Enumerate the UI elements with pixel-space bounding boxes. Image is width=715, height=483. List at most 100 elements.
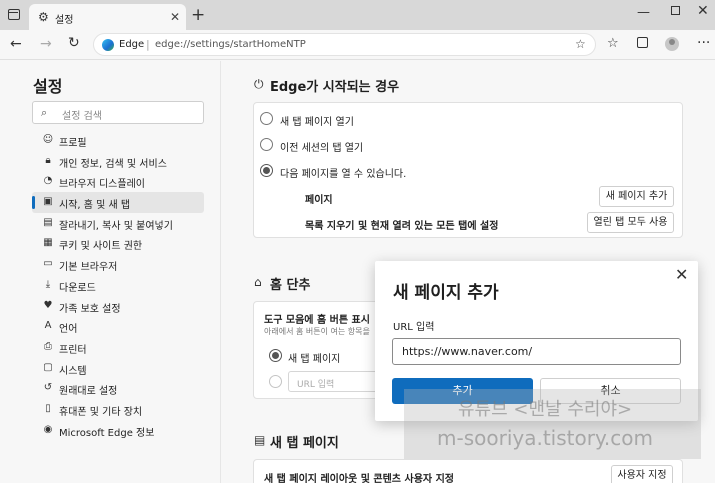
- forward-arrow-icon[interactable]: →: [40, 36, 52, 52]
- new-tab-page-icon: ▤: [254, 433, 266, 447]
- browser-tab[interactable]: ⚙ 설정 ✕: [29, 4, 186, 30]
- sidebar-item[interactable]: A 언어: [32, 316, 204, 337]
- radio-specific-pages[interactable]: [260, 164, 273, 177]
- lock-icon: 🔒︎: [45, 154, 51, 166]
- address-bar[interactable]: Edge | edge://settings/startHomeNTP ☆: [93, 33, 596, 56]
- newtab-card: 새 탭 페이지 레이아웃 및 콘텐츠 사용자 지정 사용자 지정: [253, 459, 683, 483]
- settings-search-input[interactable]: ⌕ 설정 검색: [32, 101, 204, 124]
- cookie-icon: ▦: [43, 237, 53, 249]
- close-icon[interactable]: ✕: [170, 10, 180, 24]
- sidebar-item[interactable]: ⎙ 프린터: [32, 337, 204, 358]
- family-icon: ♥: [43, 299, 53, 311]
- palette-icon: ◔: [43, 175, 53, 187]
- option-new-tab-label: 새 탭 페이지 열기: [280, 117, 354, 128]
- sidebar-item[interactable]: ♥ 가족 보호 설정: [32, 296, 204, 317]
- url-input[interactable]: [393, 339, 680, 364]
- sidebar-item-label: 언어: [59, 324, 78, 336]
- home-tab-icon: ▣: [43, 196, 53, 208]
- maximize-icon[interactable]: [671, 6, 680, 15]
- home-section-title: 홈 단추: [270, 278, 311, 293]
- minimize-icon[interactable]: —: [637, 5, 650, 20]
- pages-label: 페이지: [305, 195, 333, 206]
- radio-previous-session[interactable]: [260, 138, 273, 151]
- option-specific-pages-label: 다음 페이지를 열 수 있습니다.: [280, 169, 407, 180]
- home-toolbar-label: 도구 모음에 홈 버튼 표시: [264, 315, 370, 326]
- search-icon: ⌕: [41, 106, 48, 119]
- reset-icon: ↺: [43, 382, 53, 394]
- window-close-icon[interactable]: ✕: [697, 3, 709, 19]
- sidebar-item-label: 다운로드: [59, 282, 96, 294]
- browser-icon: ▭: [43, 258, 53, 270]
- sidebar-item-label: 시작, 홈 및 새 탭: [59, 200, 131, 212]
- radio-home-url[interactable]: [269, 375, 282, 388]
- dialog-close-icon[interactable]: ✕: [675, 265, 688, 284]
- sidebar-item-label: 기본 브라우저: [59, 262, 118, 274]
- language-icon: A: [44, 320, 52, 332]
- startup-section-title: Edge가 시작되는 경우: [270, 80, 400, 95]
- sidebar-item-label: 잘라내기, 복사 및 붙여넣기: [59, 220, 173, 232]
- more-menu-icon[interactable]: ···: [697, 35, 710, 51]
- sidebar-item-label: 원래대로 설정: [59, 386, 118, 398]
- radio-home-new-tab[interactable]: [269, 349, 282, 362]
- new-tab-icon[interactable]: +: [191, 5, 205, 25]
- sidebar-item-label: 시스템: [59, 365, 87, 377]
- add-new-page-button[interactable]: 새 페이지 추가: [599, 186, 674, 207]
- url-input-field[interactable]: [392, 338, 681, 365]
- collections-icon[interactable]: [637, 37, 648, 48]
- tab-actions-icon[interactable]: [8, 9, 20, 20]
- sidebar-item-label: 쿠키 및 사이트 권한: [59, 241, 143, 253]
- watermark-line1: 유튜브 <맨날 수리야>: [458, 399, 633, 420]
- person-icon: ☺: [42, 134, 54, 145]
- favorites-icon[interactable]: ☆: [607, 36, 619, 51]
- sidebar-item-label: 가족 보호 설정: [59, 303, 121, 315]
- reload-icon[interactable]: ↻: [68, 35, 80, 51]
- settings-sidebar: 설정 ⌕ 설정 검색 ☺ 프로필 🔒︎ 개인 정보, 검색 및 서비스 ◔ 브라우저 디스…: [0, 61, 221, 483]
- customize-button[interactable]: 사용자 지정: [611, 465, 673, 483]
- sidebar-nav: ☺ 프로필 🔒︎ 개인 정보, 검색 및 서비스 ◔ 브라우저 디스플레이 ▣ 시작, 홈 및…: [32, 130, 204, 440]
- system-icon: ▢: [43, 361, 53, 373]
- power-icon: ⏻: [254, 77, 264, 91]
- newtab-customize-label: 새 탭 페이지 레이아웃 및 콘텐츠 사용자 지정: [264, 474, 454, 483]
- radio-new-tab[interactable]: [260, 112, 273, 125]
- dialog-title: 새 페이지 추가: [393, 283, 499, 303]
- sidebar-item-label: 브라우저 디스플레이: [59, 179, 145, 191]
- url-text[interactable]: edge://settings/startHomeNTP: [155, 39, 306, 50]
- sidebar-item[interactable]: ▣ 시작, 홈 및 새 탭: [32, 192, 204, 213]
- sidebar-item[interactable]: ▤ 잘라내기, 복사 및 붙여넣기: [32, 213, 204, 234]
- home-url-placeholder: URL 입력: [297, 380, 335, 390]
- clear-list-label: 목록 지우기 및 현재 열려 있는 모든 탭에 설정: [305, 221, 499, 232]
- edge-logo-icon: [102, 39, 114, 51]
- sidebar-item-label: 프로필: [59, 138, 87, 149]
- download-icon: ⤓: [45, 278, 51, 290]
- startup-card: 새 탭 페이지 열기 이전 세션의 탭 열기 다음 페이지를 열 수 있습니다.…: [253, 102, 683, 238]
- sidebar-item[interactable]: ▯ 휴대폰 및 기타 장치: [32, 399, 204, 420]
- newtab-section-title: 새 탭 페이지: [270, 436, 339, 451]
- title-bar: ⚙ 설정 ✕ + — ✕: [0, 0, 715, 30]
- option-previous-session-label: 이전 세션의 탭 열기: [280, 143, 364, 154]
- sidebar-title: 설정: [33, 77, 63, 96]
- edge-icon: ◉: [43, 423, 53, 435]
- sidebar-item[interactable]: ▦ 쿠키 및 사이트 권한: [32, 233, 204, 254]
- sidebar-item[interactable]: 🔒︎ 개인 정보, 검색 및 서비스: [32, 151, 204, 172]
- address-separator: |: [146, 38, 150, 51]
- watermark-line2: m-sooriya.tistory.com: [437, 426, 653, 450]
- browser-toolbar: ← → ↻ Edge | edge://settings/startHomeNT…: [0, 30, 715, 60]
- sidebar-item-label: 프린터: [59, 344, 87, 356]
- favorite-star-icon[interactable]: ☆: [575, 37, 586, 51]
- home-new-tab-label: 새 탭 페이지: [288, 354, 341, 365]
- sidebar-item[interactable]: ⤓ 다운로드: [32, 275, 204, 296]
- use-all-open-tabs-button[interactable]: 열린 탭 모두 사용: [587, 212, 674, 233]
- sidebar-item[interactable]: ☺ 프로필: [32, 130, 204, 151]
- sidebar-item-label: Microsoft Edge 정보: [59, 427, 155, 439]
- phone-icon: ▯: [45, 402, 51, 414]
- sidebar-item[interactable]: ◉ Microsoft Edge 정보: [32, 420, 204, 441]
- sidebar-item[interactable]: ◔ 브라우저 디스플레이: [32, 171, 204, 192]
- back-arrow-icon[interactable]: ←: [10, 36, 22, 52]
- search-placeholder: 설정 검색: [62, 111, 102, 122]
- sidebar-item[interactable]: ▢ 시스템: [32, 358, 204, 379]
- printer-icon: ⎙: [44, 340, 52, 352]
- profile-avatar[interactable]: [665, 37, 679, 51]
- sidebar-item[interactable]: ↺ 원래대로 설정: [32, 378, 204, 399]
- clipboard-icon: ▤: [43, 216, 53, 228]
- sidebar-item[interactable]: ▭ 기본 브라우저: [32, 254, 204, 275]
